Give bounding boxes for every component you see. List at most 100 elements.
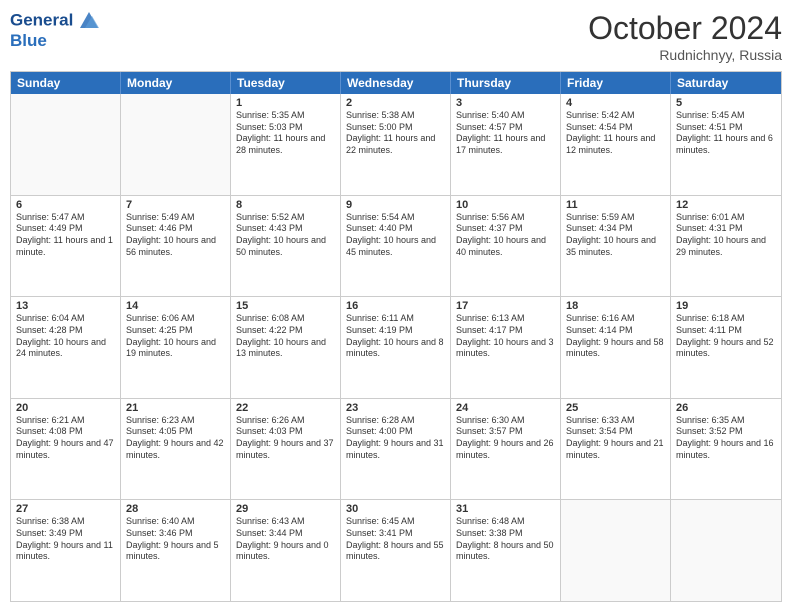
sunrise-info: Sunrise: 5:56 AM [456,212,555,224]
sunset-info: Sunset: 4:51 PM [676,122,776,134]
day-number: 13 [16,300,115,312]
sunset-info: Sunset: 4:34 PM [566,223,665,235]
day-cell-11: 11 Sunrise: 5:59 AM Sunset: 4:34 PM Dayl… [561,196,671,297]
daylight-info: Daylight: 9 hours and 11 minutes. [16,540,115,563]
daylight-info: Daylight: 11 hours and 17 minutes. [456,133,555,156]
day-header-thursday: Thursday [451,72,561,94]
daylight-info: Daylight: 11 hours and 28 minutes. [236,133,335,156]
day-cell-26: 26 Sunrise: 6:35 AM Sunset: 3:52 PM Dayl… [671,399,781,500]
day-cell-27: 27 Sunrise: 6:38 AM Sunset: 3:49 PM Dayl… [11,500,121,601]
sunrise-info: Sunrise: 5:59 AM [566,212,665,224]
sunset-info: Sunset: 4:08 PM [16,426,115,438]
sunset-info: Sunset: 4:54 PM [566,122,665,134]
day-number: 28 [126,503,225,515]
day-cell-10: 10 Sunrise: 5:56 AM Sunset: 4:37 PM Dayl… [451,196,561,297]
day-cell-20: 20 Sunrise: 6:21 AM Sunset: 4:08 PM Dayl… [11,399,121,500]
sunrise-info: Sunrise: 5:40 AM [456,110,555,122]
sunrise-info: Sunrise: 6:43 AM [236,516,335,528]
daylight-info: Daylight: 9 hours and 37 minutes. [236,438,335,461]
day-header-monday: Monday [121,72,231,94]
day-cell-5: 5 Sunrise: 5:45 AM Sunset: 4:51 PM Dayli… [671,94,781,195]
sunset-info: Sunset: 3:44 PM [236,528,335,540]
calendar-header: SundayMondayTuesdayWednesdayThursdayFrid… [11,72,781,94]
day-cell-25: 25 Sunrise: 6:33 AM Sunset: 3:54 PM Dayl… [561,399,671,500]
day-number: 18 [566,300,665,312]
sunset-info: Sunset: 4:14 PM [566,325,665,337]
daylight-info: Daylight: 10 hours and 40 minutes. [456,235,555,258]
day-cell-17: 17 Sunrise: 6:13 AM Sunset: 4:17 PM Dayl… [451,297,561,398]
day-number: 23 [346,402,445,414]
calendar-row-5: 27 Sunrise: 6:38 AM Sunset: 3:49 PM Dayl… [11,500,781,601]
sunset-info: Sunset: 4:49 PM [16,223,115,235]
day-number: 26 [676,402,776,414]
day-number: 25 [566,402,665,414]
day-number: 15 [236,300,335,312]
sunset-info: Sunset: 4:25 PM [126,325,225,337]
daylight-info: Daylight: 10 hours and 35 minutes. [566,235,665,258]
day-cell-18: 18 Sunrise: 6:16 AM Sunset: 4:14 PM Dayl… [561,297,671,398]
sunset-info: Sunset: 3:38 PM [456,528,555,540]
location: Rudnichnyy, Russia [588,47,782,63]
month-title: October 2024 [588,10,782,47]
day-cell-8: 8 Sunrise: 5:52 AM Sunset: 4:43 PM Dayli… [231,196,341,297]
sunrise-info: Sunrise: 6:13 AM [456,313,555,325]
sunrise-info: Sunrise: 6:11 AM [346,313,445,325]
daylight-info: Daylight: 10 hours and 45 minutes. [346,235,445,258]
sunrise-info: Sunrise: 6:28 AM [346,415,445,427]
day-number: 29 [236,503,335,515]
day-header-sunday: Sunday [11,72,121,94]
day-number: 7 [126,199,225,211]
daylight-info: Daylight: 8 hours and 50 minutes. [456,540,555,563]
sunrise-info: Sunrise: 5:45 AM [676,110,776,122]
sunset-info: Sunset: 4:37 PM [456,223,555,235]
day-number: 4 [566,97,665,109]
daylight-info: Daylight: 9 hours and 31 minutes. [346,438,445,461]
sunset-info: Sunset: 3:57 PM [456,426,555,438]
sunset-info: Sunset: 3:49 PM [16,528,115,540]
sunrise-info: Sunrise: 6:04 AM [16,313,115,325]
header: General Blue October 2024 Rudnichnyy, Ru… [10,10,782,63]
daylight-info: Daylight: 11 hours and 12 minutes. [566,133,665,156]
sunset-info: Sunset: 4:22 PM [236,325,335,337]
calendar-row-2: 6 Sunrise: 5:47 AM Sunset: 4:49 PM Dayli… [11,196,781,298]
sunrise-info: Sunrise: 6:18 AM [676,313,776,325]
logo-text: General Blue [10,10,100,51]
sunset-info: Sunset: 4:40 PM [346,223,445,235]
daylight-info: Daylight: 9 hours and 58 minutes. [566,337,665,360]
day-header-friday: Friday [561,72,671,94]
day-number: 27 [16,503,115,515]
daylight-info: Daylight: 9 hours and 42 minutes. [126,438,225,461]
day-cell-21: 21 Sunrise: 6:23 AM Sunset: 4:05 PM Dayl… [121,399,231,500]
day-number: 30 [346,503,445,515]
day-cell-6: 6 Sunrise: 5:47 AM Sunset: 4:49 PM Dayli… [11,196,121,297]
day-cell-22: 22 Sunrise: 6:26 AM Sunset: 4:03 PM Dayl… [231,399,341,500]
day-header-tuesday: Tuesday [231,72,341,94]
day-cell-28: 28 Sunrise: 6:40 AM Sunset: 3:46 PM Dayl… [121,500,231,601]
day-number: 14 [126,300,225,312]
sunset-info: Sunset: 4:31 PM [676,223,776,235]
daylight-info: Daylight: 10 hours and 19 minutes. [126,337,225,360]
sunset-info: Sunset: 3:46 PM [126,528,225,540]
sunrise-info: Sunrise: 5:35 AM [236,110,335,122]
calendar-row-3: 13 Sunrise: 6:04 AM Sunset: 4:28 PM Dayl… [11,297,781,399]
day-number: 9 [346,199,445,211]
daylight-info: Daylight: 10 hours and 56 minutes. [126,235,225,258]
sunset-info: Sunset: 3:41 PM [346,528,445,540]
sunrise-info: Sunrise: 6:26 AM [236,415,335,427]
day-cell-7: 7 Sunrise: 5:49 AM Sunset: 4:46 PM Dayli… [121,196,231,297]
daylight-info: Daylight: 9 hours and 21 minutes. [566,438,665,461]
sunset-info: Sunset: 4:43 PM [236,223,335,235]
daylight-info: Daylight: 9 hours and 5 minutes. [126,540,225,563]
sunset-info: Sunset: 5:03 PM [236,122,335,134]
day-number: 22 [236,402,335,414]
page: General Blue October 2024 Rudnichnyy, Ru… [0,0,792,612]
sunset-info: Sunset: 4:28 PM [16,325,115,337]
sunrise-info: Sunrise: 6:16 AM [566,313,665,325]
daylight-info: Daylight: 9 hours and 26 minutes. [456,438,555,461]
sunrise-info: Sunrise: 5:49 AM [126,212,225,224]
day-cell-9: 9 Sunrise: 5:54 AM Sunset: 4:40 PM Dayli… [341,196,451,297]
empty-cell [671,500,781,601]
daylight-info: Daylight: 10 hours and 8 minutes. [346,337,445,360]
day-cell-23: 23 Sunrise: 6:28 AM Sunset: 4:00 PM Dayl… [341,399,451,500]
title-area: October 2024 Rudnichnyy, Russia [588,10,782,63]
